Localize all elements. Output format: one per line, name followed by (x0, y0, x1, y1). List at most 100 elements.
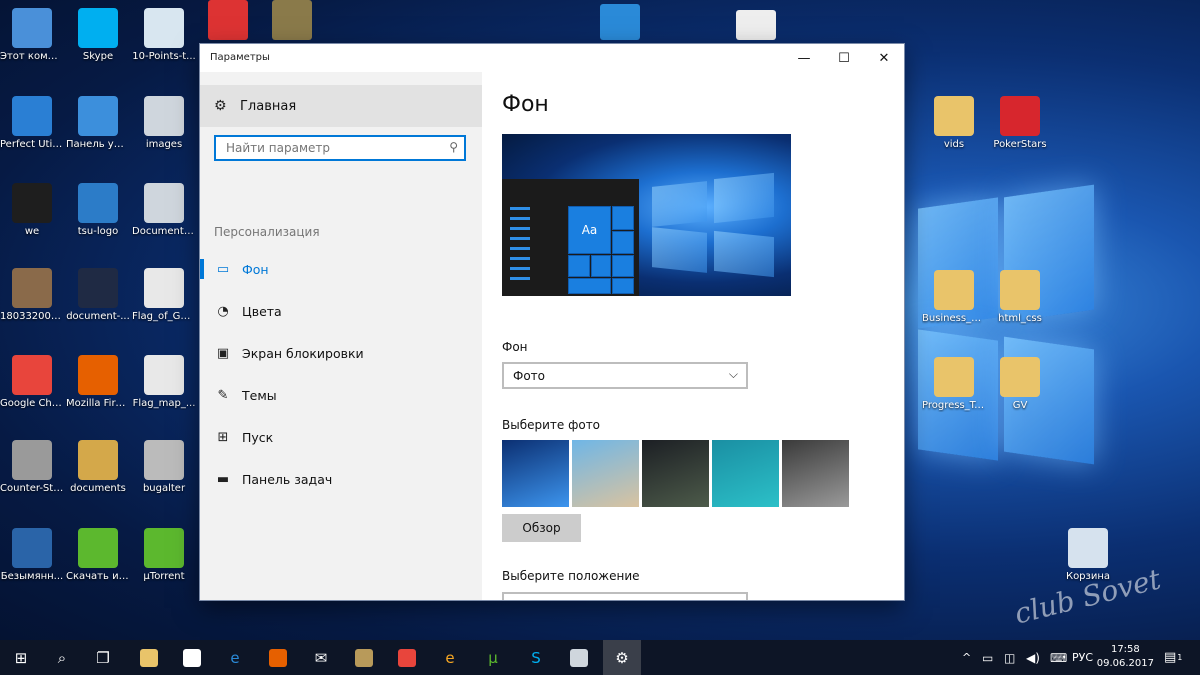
desktop-icon[interactable]: 10-Points-t... (132, 8, 196, 63)
desktop-icon[interactable]: html_css (988, 270, 1052, 325)
search-box[interactable]: ⚲ (214, 135, 466, 161)
sidebar-item[interactable]: ▬ Панель задач (200, 461, 482, 497)
pdf-file-icon[interactable] (208, 0, 248, 40)
sidebar-item[interactable]: ▭ Фон (200, 251, 482, 287)
desktop-icon[interactable]: GV (988, 357, 1052, 412)
document-image-icon (144, 183, 184, 223)
photo-thumbnail-night-tent[interactable] (642, 440, 709, 507)
desktop-icon-label: Flag_of_Ge... (132, 311, 196, 322)
settings-gear-icon[interactable]: ⚙ (603, 640, 641, 675)
network-icon[interactable]: ◫ (1004, 640, 1015, 675)
desktop-icon[interactable]: Perfect Utilities (0, 96, 64, 151)
search-icon[interactable]: ⌕ (43, 640, 81, 675)
photo-thumbnail-windows-blue[interactable] (502, 440, 569, 507)
desktop-icon[interactable]: Document_... (132, 183, 196, 238)
title-bar[interactable]: Параметры — ☐ ✕ (200, 44, 904, 72)
desktop-icon-label: tsu-logo (77, 226, 119, 237)
store-icon[interactable] (173, 640, 211, 675)
tray-chevron[interactable]: ^ (962, 640, 971, 675)
desktop-icon[interactable]: Безымянн... (0, 528, 64, 583)
firefox-icon[interactable] (259, 640, 297, 675)
photo-thumbnail-rock-wall[interactable] (782, 440, 849, 507)
desktop-icon[interactable]: document-... (66, 268, 130, 323)
desktop-icon[interactable]: we (0, 183, 64, 238)
active-indicator (200, 301, 204, 321)
archive-icon[interactable] (345, 640, 383, 675)
counter-strike-icon (12, 440, 52, 480)
search-icon[interactable]: ⚲ (449, 140, 458, 154)
paint-icon[interactable] (560, 640, 598, 675)
battery-icon[interactable]: ▭ (982, 640, 993, 675)
desktop-icon[interactable]: Mozilla Firefox (66, 355, 130, 410)
home-nav-item[interactable]: ⚙ Главная (200, 85, 482, 127)
desktop-icon-label: documents (70, 483, 126, 494)
document-list-icon[interactable] (736, 10, 776, 40)
desktop-icon[interactable]: Google Chrome (0, 355, 64, 410)
language-indicator[interactable]: РУС (1072, 640, 1093, 675)
desktop-icon[interactable]: images (132, 96, 196, 151)
maximize-button[interactable]: ☐ (824, 44, 864, 72)
chrome-icon[interactable] (388, 640, 426, 675)
sidebar-item[interactable]: ◔ Цвета (200, 293, 482, 329)
paint-icon-glyph (570, 648, 588, 667)
browse-button[interactable]: Обзор (502, 514, 581, 542)
flag-map-icon (144, 355, 184, 395)
volume-icon[interactable]: ◀) (1026, 640, 1040, 675)
folder-icon (934, 357, 974, 397)
browser-e-icon[interactable]: e (431, 640, 469, 675)
photo-thumbnail-beach-sunset[interactable] (572, 440, 639, 507)
lock-screen-icon: ▣ (216, 345, 230, 361)
desktop-icon[interactable]: Панель управления (66, 96, 130, 151)
desktop-icon[interactable]: µTorrent (132, 528, 196, 583)
desktop-icon[interactable]: Business_Sk... (922, 270, 986, 325)
sidebar-item[interactable]: ⊞ Пуск (200, 419, 482, 455)
desktop-icon[interactable]: Скачать игры чер... (66, 528, 130, 583)
desktop-icon[interactable]: vids (922, 96, 986, 151)
game-shield-icon[interactable] (272, 0, 312, 40)
utilities-icon (12, 96, 52, 136)
active-indicator (200, 469, 204, 489)
desktop-icon[interactable]: Progress_Te... (922, 357, 986, 412)
control-panel-icon (78, 96, 118, 136)
search-input[interactable] (224, 140, 438, 156)
sidebar-item[interactable]: ✎ Темы (200, 377, 482, 413)
active-indicator (200, 427, 204, 447)
close-button[interactable]: ✕ (864, 44, 904, 72)
desktop-icon[interactable]: tsu-logo (66, 183, 130, 238)
app-a-icon[interactable] (600, 4, 640, 40)
desktop-icon[interactable]: Этот компьютер (0, 8, 64, 63)
preview-start-menu: Aa (502, 179, 639, 296)
notifications-icon[interactable]: ▤ 1 (1164, 640, 1182, 675)
background-preview: Aa (502, 134, 791, 296)
utorrent-icon (144, 528, 184, 568)
sidebar-item[interactable]: ▣ Экран блокировки (200, 335, 482, 371)
mail-icon[interactable]: ✉ (302, 640, 340, 675)
home-label: Главная (240, 98, 297, 114)
utorrent-icon[interactable]: µ (474, 640, 512, 675)
desktop-icon[interactable]: Counter-Str... (0, 440, 64, 495)
desktop-icon[interactable]: documents (66, 440, 130, 495)
position-dropdown[interactable] (502, 592, 748, 600)
file-explorer-icon[interactable] (130, 640, 168, 675)
keyboard-icon[interactable]: ⌨ (1050, 640, 1067, 675)
clock-date: 09.06.2017 (1096, 658, 1154, 669)
task-view-icon[interactable]: ❐ (84, 640, 122, 675)
desktop-icon-label: Skype (82, 51, 114, 62)
background-type-dropdown[interactable]: Фото ⌵ (502, 362, 748, 389)
firefox-icon-glyph (269, 648, 287, 667)
image-file-icon (144, 8, 184, 48)
desktop-icon[interactable]: Skype (66, 8, 130, 63)
desktop-icon[interactable]: Flag_map_... (132, 355, 196, 410)
clock[interactable]: 17:58 09.06.2017 (1097, 643, 1154, 671)
minimize-button[interactable]: — (784, 44, 824, 72)
windows-start-icon[interactable]: ⊞ (2, 640, 40, 675)
edge-icon[interactable]: e (216, 640, 254, 675)
sidebar-item-label: Экран блокировки (242, 345, 364, 361)
photo-thumbnail-underwater-swimmer[interactable] (712, 440, 779, 507)
desktop-icon[interactable]: Flag_of_Ge... (132, 268, 196, 323)
word-file-icon (1000, 270, 1040, 310)
desktop-icon[interactable]: PokerStars (988, 96, 1052, 151)
skype-icon[interactable]: S (517, 640, 555, 675)
desktop-icon[interactable]: 18033200_1... (0, 268, 64, 323)
desktop-icon[interactable]: bugalter (132, 440, 196, 495)
